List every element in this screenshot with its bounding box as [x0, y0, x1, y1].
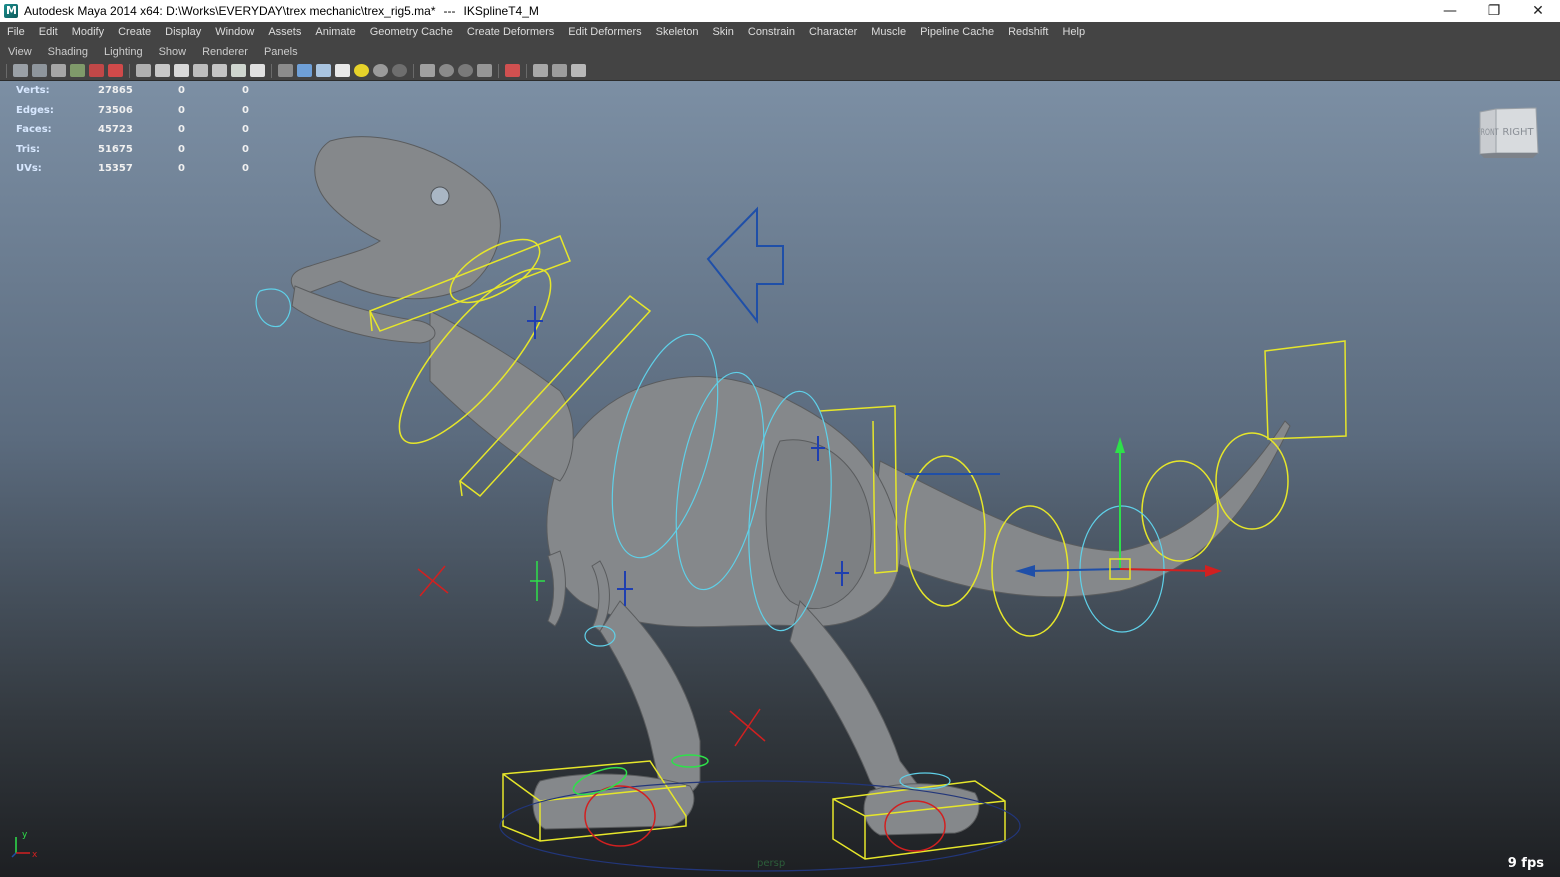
screen-space-ao-icon[interactable] [392, 64, 407, 77]
xray-icon[interactable] [477, 64, 492, 77]
title-separator: --- [443, 4, 456, 18]
film-gate-icon[interactable] [155, 64, 170, 77]
menu-constrain[interactable]: Constrain [741, 26, 802, 38]
toolbar-divider [526, 63, 527, 78]
menu-edit[interactable]: Edit [32, 26, 65, 38]
safe-title-icon[interactable] [250, 64, 265, 77]
direction-arrow-control[interactable] [706, 206, 784, 324]
lights-icon[interactable] [354, 64, 369, 77]
trex-mesh[interactable] [290, 136, 1291, 836]
camera-name-label: persp [757, 858, 786, 869]
panel-menu-lighting[interactable]: Lighting [96, 46, 151, 58]
viewcube-right-label[interactable]: RIGHT [1502, 127, 1534, 138]
backface-culling-icon[interactable] [571, 64, 586, 77]
toolbar-divider [6, 63, 7, 78]
motion-blur-icon[interactable] [420, 64, 435, 77]
menu-skeleton[interactable]: Skeleton [649, 26, 706, 38]
field-chart-icon[interactable] [212, 64, 227, 77]
axis-x-label: x [32, 850, 38, 859]
wireframe-icon[interactable] [278, 64, 293, 77]
menu-assets[interactable]: Assets [261, 26, 308, 38]
menu-geometry-cache[interactable]: Geometry Cache [363, 26, 460, 38]
perspective-viewport[interactable]: Verts: 27865 0 0 Edges: 73506 0 0 Faces:… [0, 81, 1560, 877]
hud-row-tris: Tris: 51675 0 0 [16, 143, 249, 155]
toolbar-divider [129, 63, 130, 78]
menu-pipeline-cache[interactable]: Pipeline Cache [913, 26, 1001, 38]
toolbar-divider [498, 63, 499, 78]
menu-character[interactable]: Character [802, 26, 864, 38]
maya-app-icon [4, 4, 18, 18]
window-titlebar: Autodesk Maya 2014 x64: D:\Works\EVERYDA… [0, 0, 1560, 22]
world-axis-indicator: y x [11, 830, 38, 859]
fps-display: 9 fps [1507, 856, 1544, 871]
smooth-shade-icon[interactable] [297, 64, 312, 77]
minimize-icon[interactable]: — [1428, 0, 1472, 22]
image-plane-icon[interactable] [70, 64, 85, 77]
scene-canvas [255, 136, 1347, 872]
resolution-gate-icon[interactable] [174, 64, 189, 77]
textured-icon[interactable] [335, 64, 350, 77]
toolbar-divider [271, 63, 272, 78]
gate-mask-icon[interactable] [193, 64, 208, 77]
grease-pencil-icon[interactable] [108, 64, 123, 77]
isolate-select-icon[interactable] [505, 64, 520, 77]
safe-action-icon[interactable] [231, 64, 246, 77]
wireframe-on-shaded-icon[interactable] [316, 64, 331, 77]
panel-toolbar [0, 61, 1560, 81]
xray-joints-icon[interactable] [533, 64, 548, 77]
hud-row-faces: Faces: 45723 0 0 [16, 124, 249, 136]
selection-name: IKSplineT4_M [463, 4, 539, 18]
close-icon[interactable]: ✕ [1516, 0, 1560, 22]
menu-muscle[interactable]: Muscle [864, 26, 913, 38]
grid-icon[interactable] [136, 64, 151, 77]
menu-file[interactable]: File [0, 26, 32, 38]
xray-active-components-icon[interactable] [552, 64, 567, 77]
panel-menu-show[interactable]: Show [151, 46, 195, 58]
panel-menu-view[interactable]: View [0, 46, 40, 58]
select-camera-icon[interactable] [13, 64, 28, 77]
panel-menubar: View Shading Lighting Show Renderer Pane… [0, 42, 1560, 61]
menu-help[interactable]: Help [1055, 26, 1092, 38]
menu-display[interactable]: Display [158, 26, 208, 38]
menu-create[interactable]: Create [111, 26, 158, 38]
hud-row-verts: Verts: 27865 0 0 [16, 85, 249, 97]
menu-skin[interactable]: Skin [705, 26, 740, 38]
menu-modify[interactable]: Modify [65, 26, 111, 38]
depth-of-field-icon[interactable] [458, 64, 473, 77]
anti-aliasing-icon[interactable] [439, 64, 454, 77]
menu-animate[interactable]: Animate [308, 26, 362, 38]
menu-redshift[interactable]: Redshift [1001, 26, 1055, 38]
toolbar-divider [413, 63, 414, 78]
hud-row-edges: Edges: 73506 0 0 [16, 104, 249, 116]
menu-create-deformers[interactable]: Create Deformers [460, 26, 561, 38]
camera-attributes-icon[interactable] [32, 64, 47, 77]
shadows-icon[interactable] [373, 64, 388, 77]
trex-eye [430, 186, 450, 206]
polycount-hud: Verts: 27865 0 0 Edges: 73506 0 0 Faces:… [16, 81, 282, 179]
viewcube[interactable]: FRONT RIGHT [1477, 106, 1540, 158]
restore-icon[interactable]: ❐ [1472, 0, 1516, 22]
axis-y-label: y [22, 830, 28, 840]
2d-pan-zoom-icon[interactable] [89, 64, 104, 77]
panel-menu-panels[interactable]: Panels [256, 46, 306, 58]
bookmark-icon[interactable] [51, 64, 66, 77]
menu-edit-deformers[interactable]: Edit Deformers [561, 26, 648, 38]
panel-menu-renderer[interactable]: Renderer [194, 46, 256, 58]
window-title: Autodesk Maya 2014 x64: D:\Works\EVERYDA… [24, 4, 436, 18]
viewcube-front-label[interactable]: FRONT [1477, 127, 1499, 137]
menu-window[interactable]: Window [208, 26, 261, 38]
hud-row-uvs: UVs: 15357 0 0 [16, 163, 249, 175]
panel-menu-shading[interactable]: Shading [40, 46, 96, 58]
main-menubar: File Edit Modify Create Display Window A… [0, 22, 1560, 43]
